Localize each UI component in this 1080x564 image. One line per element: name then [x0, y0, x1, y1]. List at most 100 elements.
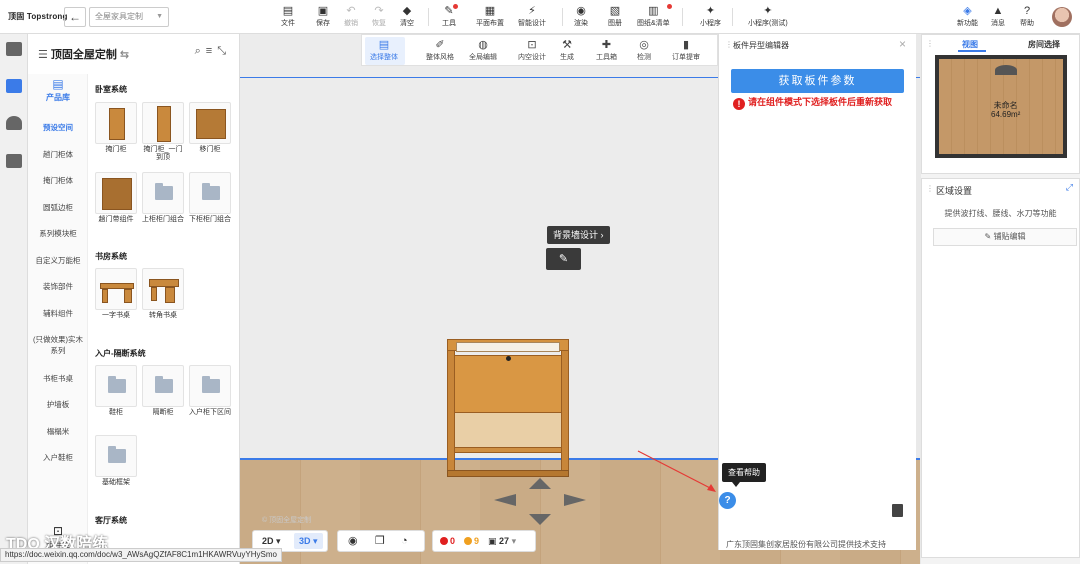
inner-design-button[interactable]: ⊡ 内空设计	[518, 39, 546, 62]
filter-icon[interactable]: ≡	[206, 45, 217, 57]
style-button[interactable]: ✐ 整体风格	[426, 39, 454, 62]
error-icon	[440, 537, 448, 545]
clear-button[interactable]: ◆ 清空	[400, 4, 414, 28]
help-circle-icon[interactable]: ?	[719, 492, 736, 509]
error-count[interactable]: 0	[440, 531, 455, 551]
product-card[interactable]: 趟门带组件	[95, 172, 137, 224]
move-left-arrow-icon[interactable]	[494, 494, 516, 506]
tile-edit-button[interactable]: ✎ 铺贴编辑	[933, 228, 1077, 246]
search-icon[interactable]: ⌕	[195, 45, 206, 57]
view-3d-button[interactable]: 3D ▾	[294, 533, 323, 549]
product-thumbnail	[189, 365, 231, 407]
smart-design-button[interactable]: ⚡ 智能设计	[518, 4, 546, 28]
view-2d-button[interactable]: 2D ▾	[257, 533, 286, 549]
tools-button[interactable]: ✎ 工具	[442, 4, 458, 28]
redo-button[interactable]: ↷ 恢复	[372, 4, 386, 28]
render-button[interactable]: ◉ 渲染	[574, 4, 588, 28]
move-up-arrow-icon[interactable]	[529, 478, 551, 489]
generate-button[interactable]: ⚒ 生成	[560, 39, 574, 62]
product-card[interactable]: 入户柜下区间	[189, 365, 231, 417]
product-card[interactable]: 一字书桌	[95, 268, 137, 320]
item-count[interactable]: ▣ 27 ▾	[488, 531, 516, 551]
category-item[interactable]: 系列模块柜	[28, 228, 88, 239]
tab-view[interactable]: 视图	[962, 39, 978, 50]
miniapp-test-button[interactable]: ✦ 小程序(测试)	[748, 4, 788, 28]
minimap: ⋮ 视图 房间选择 未命名 64.69m²	[921, 34, 1080, 174]
product-thumbnail	[142, 172, 184, 214]
category-item[interactable]: 掩门柜体	[28, 175, 88, 186]
floorplan-button[interactable]: ▦ 平面布置	[476, 4, 504, 28]
category-item[interactable]: 护墙板	[28, 399, 88, 410]
category-item[interactable]: 入户鞋柜	[28, 452, 88, 463]
miniapp-button[interactable]: ✦ 小程序	[700, 4, 721, 28]
product-card[interactable]: 转角书桌	[142, 268, 184, 320]
warning-count[interactable]: 9	[464, 531, 479, 551]
drawings-button[interactable]: ▥ 图纸&清单	[637, 4, 672, 28]
device-icon[interactable]	[6, 154, 22, 168]
category-item[interactable]: 圆弧边柜	[28, 202, 88, 213]
product-library-tab[interactable]: ▤ 产品库	[28, 76, 88, 108]
back-button[interactable]: ←	[64, 7, 86, 27]
move-down-arrow-icon[interactable]	[529, 514, 551, 525]
user-icon[interactable]	[6, 116, 22, 130]
design-select[interactable]: 全屋家具定制 ▼	[89, 7, 169, 27]
avatar[interactable]	[1052, 7, 1072, 27]
gauge-icon[interactable]: ◔	[401, 531, 408, 551]
undo-button[interactable]: ↶ 撤销	[344, 4, 358, 28]
file-menu-button[interactable]: ▤ 文件	[281, 4, 295, 28]
product-card[interactable]: 掩门柜_一门到顶	[142, 102, 184, 162]
warning-icon	[464, 537, 472, 545]
product-thumbnail	[142, 365, 184, 407]
category-item[interactable]: 预设空间	[28, 122, 88, 133]
cube-icon[interactable]: ❒	[375, 531, 385, 551]
product-card[interactable]: 上柜柜门组合	[142, 172, 184, 224]
drag-handle-icon[interactable]: ⋮	[926, 39, 934, 48]
global-edit-button[interactable]: ◍ 全局编辑	[469, 39, 497, 62]
toolbox-button[interactable]: ✚ 工具箱	[596, 39, 617, 62]
select-all-button[interactable]: ▤ 选择整体	[370, 39, 398, 62]
move-right-arrow-icon[interactable]	[564, 494, 586, 506]
layers-icon[interactable]	[6, 42, 22, 56]
product-thumbnail	[95, 365, 137, 407]
cabinet-shelf	[454, 447, 562, 453]
category-item[interactable]: 书柜书桌	[28, 373, 88, 384]
product-card[interactable]: 基础框架	[95, 435, 137, 487]
album-button[interactable]: ▧ 图册	[608, 4, 622, 28]
camera-icon[interactable]	[995, 65, 1017, 75]
error-count-value: 0	[450, 536, 456, 546]
drag-handle-icon[interactable]: ⋮	[725, 40, 733, 49]
product-card[interactable]: 下柜柜门组合	[189, 172, 231, 224]
message-button[interactable]: ▲ 消息	[991, 4, 1005, 28]
room-plan[interactable]: 未命名 64.69m²	[935, 55, 1067, 158]
get-panel-params-button[interactable]: 获取板件参数	[731, 69, 904, 93]
product-card[interactable]: 鞋柜	[95, 365, 137, 417]
close-icon[interactable]: ×	[899, 37, 906, 51]
pencil-icon: ✎	[984, 232, 992, 241]
collapse-icon[interactable]: ⤡	[217, 45, 231, 57]
edit-button[interactable]: ✎	[546, 248, 581, 270]
product-card[interactable]: 隔断柜	[142, 365, 184, 417]
wall-design-button[interactable]: 背景墙设计 ›	[547, 226, 610, 244]
new-feature-button[interactable]: ◈ 新功能	[957, 4, 978, 28]
check-button[interactable]: ◎ 检测	[637, 39, 651, 62]
category-item[interactable]: 辅料组件	[28, 308, 88, 319]
save-button[interactable]: ▣ 保存	[316, 4, 330, 28]
product-card[interactable]: 掩门柜	[95, 102, 137, 154]
order-button[interactable]: ▮ 订单提审	[672, 39, 700, 62]
chevron-right-icon: ›	[600, 230, 604, 240]
product-thumbnail	[95, 102, 137, 144]
category-item[interactable]: 自定义万能柜	[28, 255, 88, 266]
crown-icon[interactable]	[6, 79, 22, 93]
tile-edit-label: 铺贴编辑	[993, 232, 1026, 241]
drag-handle-icon[interactable]: ⋮	[926, 184, 934, 193]
clipboard-icon[interactable]	[892, 504, 903, 517]
tab-room-select[interactable]: 房间选择	[1028, 39, 1060, 50]
product-card[interactable]: 移门柜	[189, 102, 231, 154]
category-item[interactable]: 榻榻米	[28, 426, 88, 437]
category-item[interactable]: (只做效果)实木系列	[28, 334, 88, 356]
category-item[interactable]: 趟门柜体	[28, 149, 88, 160]
eye-icon[interactable]: ◉	[348, 531, 358, 551]
category-item[interactable]: 装饰部件	[28, 281, 88, 292]
help-button[interactable]: ? 帮助	[1020, 4, 1034, 28]
expand-icon[interactable]: ⤢	[1066, 182, 1073, 193]
